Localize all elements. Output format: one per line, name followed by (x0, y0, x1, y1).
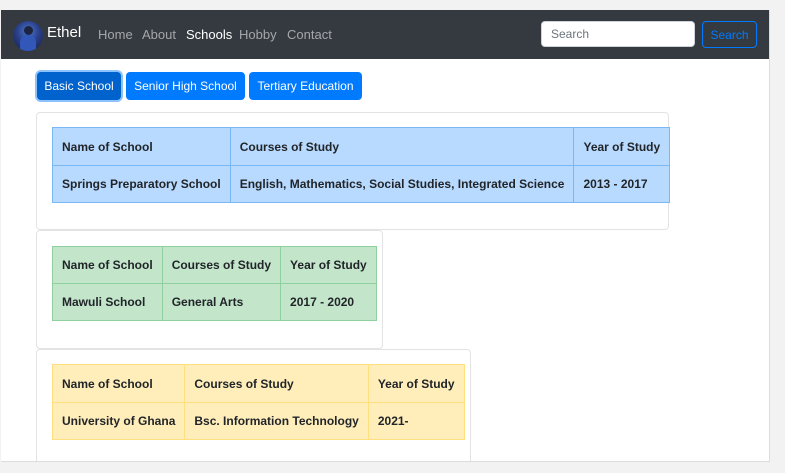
column-header: Courses of Study (184, 364, 369, 403)
school-name-cell: Mawuli School (52, 283, 163, 321)
search-input[interactable] (541, 21, 695, 47)
tab-senior-high-school[interactable]: Senior High School (126, 72, 245, 100)
courses-cell: Bsc. Information Technology (184, 402, 369, 440)
column-header: Year of Study (280, 246, 377, 284)
table-header-row: Name of School Courses of Study Year of … (52, 246, 377, 284)
nav-link-contact[interactable]: Contact (287, 27, 332, 42)
courses-cell: General Arts (161, 283, 282, 321)
year-cell: 2013 - 2017 (573, 165, 671, 203)
school-name-cell: Springs Preparatory School (52, 165, 231, 203)
table-header-row: Name of School Courses of Study Year of … (52, 127, 671, 166)
browser-viewport: Ethel Home About Schools Hobby Contact S… (1, 10, 770, 462)
avatar (13, 21, 43, 51)
year-cell: 2021- (367, 402, 465, 440)
column-header: Courses of Study (229, 127, 575, 166)
nav-link-about[interactable]: About (142, 27, 176, 42)
column-header: Name of School (52, 246, 163, 284)
tab-tertiary-education[interactable]: Tertiary Education (249, 72, 362, 100)
nav-link-hobby[interactable]: Hobby (239, 27, 277, 42)
table-row: University of Ghana Bsc. Information Tec… (51, 402, 465, 440)
senior-high-school-table: Name of School Courses of Study Year of … (52, 246, 377, 321)
year-cell: 2017 - 2020 (280, 283, 377, 321)
search-button[interactable]: Search (702, 21, 757, 48)
column-header: Name of School (52, 127, 231, 166)
tertiary-education-table: Name of School Courses of Study Year of … (51, 364, 465, 440)
navbar: Ethel Home About Schools Hobby Contact S… (1, 10, 769, 59)
column-header: Courses of Study (161, 246, 282, 284)
school-name-cell: University of Ghana (51, 402, 186, 440)
table-header-row: Name of School Courses of Study Year of … (51, 364, 465, 403)
column-header: Year of Study (573, 127, 671, 166)
table-row: Mawuli School General Arts 2017 - 2020 (52, 283, 377, 321)
table-row: Springs Preparatory School English, Math… (52, 165, 671, 203)
column-header: Name of School (51, 364, 186, 403)
column-header: Year of Study (367, 364, 465, 403)
basic-school-table: Name of School Courses of Study Year of … (52, 127, 671, 203)
nav-link-home[interactable]: Home (98, 27, 133, 42)
courses-cell: English, Mathematics, Social Studies, In… (229, 165, 575, 203)
brand-name[interactable]: Ethel (47, 24, 81, 41)
nav-link-schools[interactable]: Schools (186, 27, 232, 42)
tab-basic-school[interactable]: Basic School (37, 72, 121, 100)
